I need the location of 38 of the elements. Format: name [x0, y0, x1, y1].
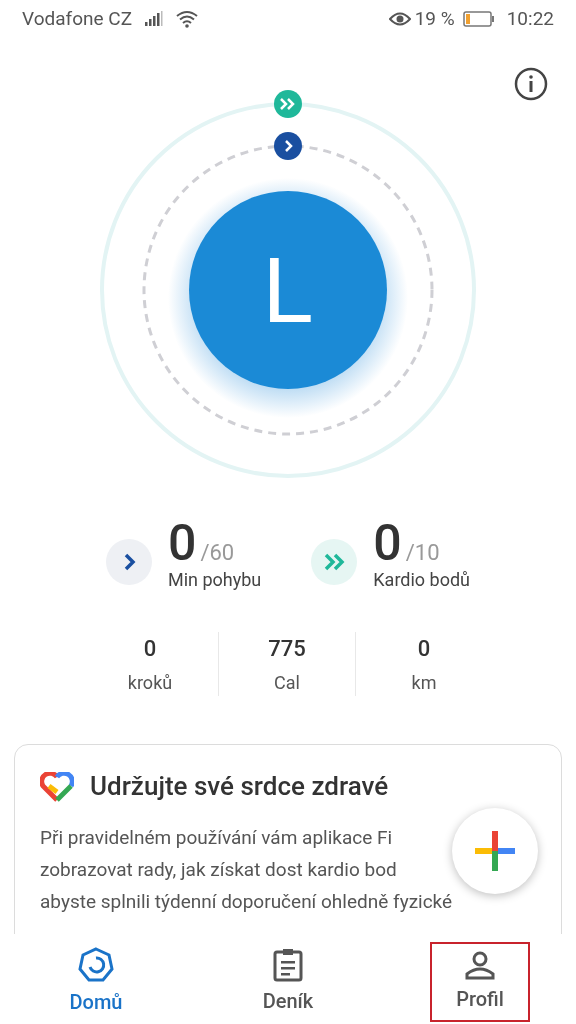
double-chevron-icon	[311, 539, 358, 585]
stat-value: 0	[143, 635, 157, 663]
goal-target: /60	[200, 539, 235, 567]
card-text-line: abyste splnili týdenní doporučení ohledně fyzické	[40, 889, 453, 915]
stat-value: 775	[268, 635, 306, 663]
heart-points-marker-icon	[274, 90, 302, 118]
goal-target: /10	[405, 539, 440, 567]
goal-value: 0	[167, 516, 197, 570]
home-ring-icon	[78, 947, 114, 983]
goal-label: Min pohybu	[167, 568, 262, 592]
stat-label: kroků	[127, 671, 173, 695]
goal-label: Kardio bodů	[373, 568, 471, 592]
heart-logo-icon	[40, 771, 74, 802]
battery-icon	[462, 11, 495, 27]
goal-value: 0	[373, 516, 402, 570]
signal-icon	[144, 11, 165, 27]
avatar-circle[interactable]	[189, 191, 387, 389]
info-icon[interactable]	[514, 67, 548, 101]
card-text-line: Při pravidelném používání vám aplikace Fi	[40, 825, 393, 851]
battery-percent: 19 %	[414, 5, 455, 32]
chevron-icon	[105, 539, 152, 585]
stat-label: km	[411, 671, 437, 695]
plus-icon	[475, 831, 515, 871]
eye-icon	[388, 11, 411, 27]
avatar-letter: L	[262, 239, 314, 341]
nav-tab[interactable]: Domů	[46, 942, 146, 1022]
clipboard-icon	[273, 948, 303, 982]
clock: 10:22	[506, 5, 554, 32]
person-icon	[465, 950, 495, 980]
stat-label: Cal	[274, 671, 300, 695]
carrier-name: Vodafone CZ	[22, 5, 133, 32]
nav-tab[interactable]: Deník	[238, 942, 338, 1022]
stat-value: 0	[417, 635, 431, 663]
move-minutes-marker-icon	[274, 132, 302, 160]
card-text-line: zobrazovat rady, jak získat dost kardio bod	[40, 857, 397, 883]
nav-tab[interactable]: Profil	[430, 942, 530, 1022]
card-title: Udržujte své srdce zdravé	[90, 770, 389, 803]
wifi-icon	[176, 10, 199, 28]
